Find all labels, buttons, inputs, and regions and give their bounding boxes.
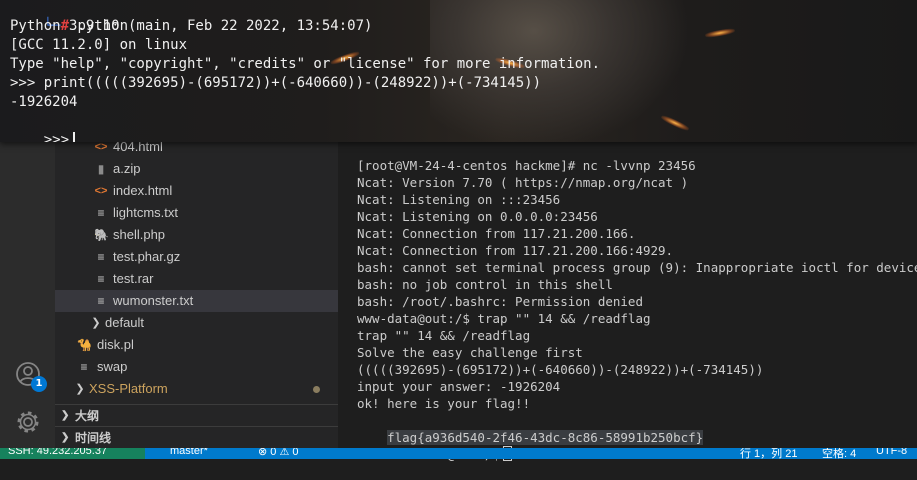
outline-label: 大纲 <box>75 409 100 423</box>
terminal-final-prompt[interactable]: www-data@out:/$ <box>357 429 512 462</box>
folder-label: XSS-Platform <box>89 381 168 396</box>
file-label: test.rar <box>113 271 154 286</box>
python-output-line: -1926204 <box>10 94 78 110</box>
text-file-icon: ≡ <box>97 250 105 264</box>
terminal-line: Solve the easy challenge first <box>357 345 583 360</box>
branch-indicator[interactable]: master* <box>170 448 208 457</box>
remote-label: SSH: 49.232.205.37 <box>8 448 108 457</box>
python-prompt: >>> <box>43 132 70 142</box>
terminal-line: [root@VM-24-4-centos hackme]# nc -lvvnp … <box>357 158 696 173</box>
encoding[interactable]: UTF-8 <box>876 448 907 457</box>
terminal-line: input your answer: -1926204 <box>357 379 561 394</box>
terminal-line: bash: /root/.bashrc: Permission denied <box>357 294 643 309</box>
python-output-line: [GCC 11.2.0] on linux <box>10 37 188 53</box>
remote-indicator[interactable]: SSH: 49.232.205.37 <box>0 448 145 459</box>
file-item[interactable]: ≡ test.rar <box>55 268 338 290</box>
gear-icon[interactable] <box>14 408 42 436</box>
chevron-right-icon: ❯ <box>61 432 70 443</box>
notification-badge: 1 <box>31 376 47 392</box>
terminal-line: Ncat: Connection from 117.21.200.166:492… <box>357 243 674 258</box>
text-file-icon: ≡ <box>97 272 105 286</box>
php-icon: 🐘 <box>94 228 109 242</box>
spark-decoration <box>704 27 736 39</box>
terminal-line: ok! here is your flag!! <box>357 396 531 411</box>
file-label: lightcms.txt <box>113 205 179 220</box>
zip-icon: ▮ <box>97 162 105 176</box>
modified-dot-icon <box>313 386 320 393</box>
file-disk-pl[interactable]: 🐪 disk.pl <box>55 334 338 356</box>
file-label: disk.pl <box>97 337 134 352</box>
terminal-line: (((((392695)-(695172))+(-640660))-(24892… <box>357 362 764 377</box>
html-icon: <> <box>94 185 108 197</box>
chevron-right-icon: ❯ <box>61 410 70 421</box>
file-label: index.html <box>113 183 173 198</box>
problems-indicator[interactable]: ⊗ 0 ⚠ 0 <box>258 448 298 458</box>
terminal-line: Ncat: Version 7.70 ( https://nmap.org/nc… <box>357 175 689 190</box>
outline-panel-header[interactable]: ❯ 大纲 <box>55 404 338 427</box>
terminal-flag-line: flag{a936d540-2f46-43dc-8c86-58991b250bc… <box>357 412 704 445</box>
python-output-line: Type "help", "copyright", "credits" or "… <box>10 56 601 72</box>
indent-spaces[interactable]: 空格: 4 <box>822 448 856 459</box>
file-item[interactable]: ▮ a.zip <box>55 158 338 180</box>
file-item[interactable]: ≡ wumonster.txt <box>55 290 338 312</box>
integrated-terminal[interactable]: [root@VM-24-4-centos hackme]# nc -lvvnp … <box>338 142 917 462</box>
terminal-line: Ncat: Listening on 0.0.0.0:23456 <box>357 209 598 224</box>
file-item[interactable]: ≡ test.phar.gz <box>55 246 338 268</box>
terminal-line: bash: cannot set terminal process group … <box>357 260 917 275</box>
file-item[interactable]: 🐘 shell.php <box>55 224 338 246</box>
file-item[interactable]: ≡ lightcms.txt <box>55 202 338 224</box>
file-label: a.zip <box>113 161 141 176</box>
timeline-panel-header[interactable]: ❯ 时间线 <box>55 426 338 449</box>
terminal-line: www-data@out:/$ trap "" 14 && /readflag <box>357 311 651 326</box>
terminal-line: bash: no job control in this shell <box>357 277 613 292</box>
text-file-icon: ≡ <box>97 294 105 308</box>
text-file-icon: ≡ <box>80 360 88 374</box>
folder-label: default <box>105 315 145 330</box>
python-output-line: >>> print(((((392695)-(695172))+(-640660… <box>10 75 542 91</box>
chevron-right-icon: ❯ <box>75 383 85 395</box>
file-label: swap <box>97 359 128 374</box>
timeline-label: 时间线 <box>75 431 112 445</box>
perl-file-icon: 🐪 <box>77 338 92 352</box>
terminal-line: trap "" 14 && /readflag <box>357 328 531 343</box>
python-terminal-window[interactable]: └─# python Python 3.9.10 (main, Feb 22 2… <box>0 0 917 142</box>
python-launch-line: └─# python <box>10 0 128 34</box>
terminal-line: Ncat: Listening on :::23456 <box>357 192 561 207</box>
file-item[interactable]: <> index.html <box>55 180 338 202</box>
chevron-right-icon: ❯ <box>91 317 101 329</box>
folder-default[interactable]: ❯ default <box>55 312 338 334</box>
file-label: shell.php <box>113 227 166 242</box>
folder-xss-platform[interactable]: ❯ XSS-Platform <box>55 378 338 400</box>
text-cursor <box>73 132 76 142</box>
python-input-line[interactable]: >>> <box>10 112 76 142</box>
file-label: wumonster.txt <box>113 293 194 308</box>
text-file-icon: ≡ <box>97 206 105 220</box>
status-bar: SSH: 49.232.205.37 master* ⊗ 0 ⚠ 0 行 1，列… <box>0 448 917 459</box>
cursor-position[interactable]: 行 1，列 21 <box>740 448 797 459</box>
file-label: test.phar.gz <box>113 249 181 264</box>
file-swap[interactable]: ≡ swap <box>55 356 338 378</box>
python-output-line: Python 3.9.10 (main, Feb 22 2022, 13:54:… <box>10 18 373 34</box>
terminal-line: Ncat: Connection from 117.21.200.166. <box>357 226 636 241</box>
